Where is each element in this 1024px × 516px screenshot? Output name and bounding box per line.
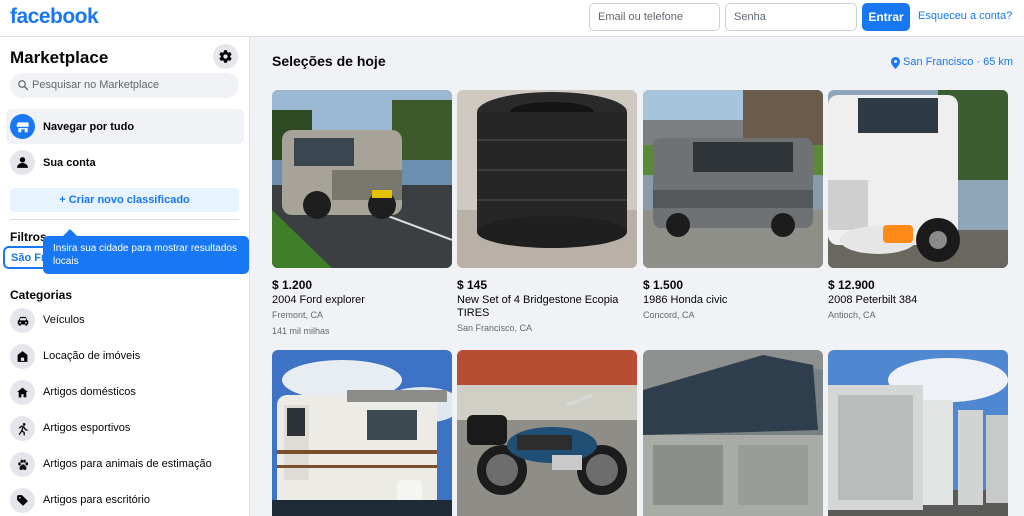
- listing-card[interactable]: $ 12.900 2008 Peterbilt 384 Antioch, CA: [828, 90, 1008, 340]
- listing-image[interactable]: [272, 90, 452, 268]
- listing-card[interactable]: $ 1.500 1986 Honda civic Concord, CA: [643, 90, 823, 340]
- location-tooltip: Insira sua cidade para mostrar resultado…: [43, 236, 249, 274]
- forgot-account-link[interactable]: Esqueceu a conta?: [918, 10, 1012, 22]
- category-label: Artigos para escritório: [43, 494, 150, 506]
- listing-title: 2008 Peterbilt 384: [828, 294, 918, 306]
- home-icon: [10, 380, 35, 405]
- email-input[interactable]: Email ou telefone: [589, 3, 720, 31]
- gear-icon: [219, 50, 232, 63]
- filters-heading: Filtros: [10, 230, 47, 244]
- category-sporting-goods[interactable]: Artigos esportivos: [6, 411, 244, 445]
- category-label: Artigos para animais de estimação: [43, 458, 212, 470]
- listing-price: $ 1.500: [643, 278, 684, 292]
- listing-card[interactable]: [828, 350, 1008, 516]
- listing-location: Fremont, CA: [272, 310, 324, 320]
- listing-image[interactable]: [643, 350, 823, 516]
- running-icon: [10, 416, 35, 441]
- listing-location: San Francisco, CA: [457, 323, 533, 333]
- top-bar: facebook Email ou telefone Senha Entrar …: [0, 0, 1024, 37]
- paw-icon: [10, 452, 35, 477]
- category-property-rentals[interactable]: Locação de imóveis: [6, 339, 244, 373]
- create-listing-button[interactable]: + Criar novo classificado: [10, 188, 239, 212]
- listing-image[interactable]: [828, 350, 1008, 516]
- page-title: Seleções de hoje: [272, 53, 386, 69]
- location-radius-link[interactable]: San Francisco · 65 km: [903, 56, 1013, 68]
- categories-heading: Categorias: [10, 288, 73, 302]
- listing-title: New Set of 4 Bridgestone Ecopia TIRES: [457, 294, 619, 319]
- search-icon: [18, 80, 29, 91]
- listing-price: $ 12.900: [828, 278, 875, 292]
- sidebar: Marketplace Pesquisar no Marketplace Nav…: [0, 37, 250, 516]
- nav-browse-all[interactable]: Navegar por tudo: [6, 109, 244, 144]
- listing-card[interactable]: [272, 350, 452, 516]
- listing-image[interactable]: [457, 90, 637, 268]
- category-home-goods[interactable]: Artigos domésticos: [6, 375, 244, 409]
- listing-price: $ 145: [457, 278, 488, 292]
- storefront-icon: [10, 114, 35, 139]
- listing-image[interactable]: [828, 90, 1008, 268]
- location-pin-icon: [891, 57, 900, 69]
- search-placeholder: Pesquisar no Marketplace: [32, 79, 160, 91]
- listing-card[interactable]: [457, 350, 637, 516]
- nav-label: Sua conta: [43, 157, 96, 169]
- password-input[interactable]: Senha: [725, 3, 857, 31]
- listing-location: Antioch, CA: [828, 310, 876, 320]
- listing-card[interactable]: $ 145 New Set of 4 Bridgestone Ecopia TI…: [457, 90, 637, 340]
- login-button[interactable]: Entrar: [862, 3, 910, 31]
- category-label: Veículos: [43, 314, 85, 326]
- category-pet-supplies[interactable]: Artigos para animais de estimação: [6, 447, 244, 481]
- category-label: Artigos domésticos: [43, 386, 136, 398]
- category-label: Locação de imóveis: [43, 350, 141, 362]
- category-vehicles[interactable]: Veículos: [6, 303, 244, 337]
- tag-icon: [10, 488, 35, 513]
- listing-image[interactable]: [272, 350, 452, 516]
- category-label: Artigos esportivos: [43, 422, 131, 434]
- tooltip-arrow: [63, 229, 77, 236]
- listing-price: $ 1.200: [272, 278, 313, 292]
- listing-image[interactable]: [457, 350, 637, 516]
- listing-title: 2004 Ford explorer: [272, 294, 365, 306]
- marketplace-search-input[interactable]: Pesquisar no Marketplace: [10, 73, 239, 98]
- facebook-logo[interactable]: facebook: [10, 5, 99, 29]
- person-icon: [10, 150, 35, 175]
- listing-image[interactable]: [643, 90, 823, 268]
- listing-card[interactable]: $ 1.200 2004 Ford explorer Fremont, CA 1…: [272, 90, 452, 340]
- nav-your-account[interactable]: Sua conta: [6, 145, 244, 180]
- divider: [10, 219, 239, 220]
- settings-button[interactable]: [213, 44, 238, 69]
- listing-mileage: 141 mil milhas: [272, 326, 330, 336]
- nav-label: Navegar por tudo: [43, 121, 135, 133]
- car-icon: [10, 308, 35, 333]
- listing-card[interactable]: [643, 350, 823, 516]
- listing-location: Concord, CA: [643, 310, 695, 320]
- sidebar-title: Marketplace: [10, 48, 109, 67]
- category-office-supplies[interactable]: Artigos para escritório: [6, 483, 244, 516]
- house-icon: [10, 344, 35, 369]
- listing-title: 1986 Honda civic: [643, 294, 728, 306]
